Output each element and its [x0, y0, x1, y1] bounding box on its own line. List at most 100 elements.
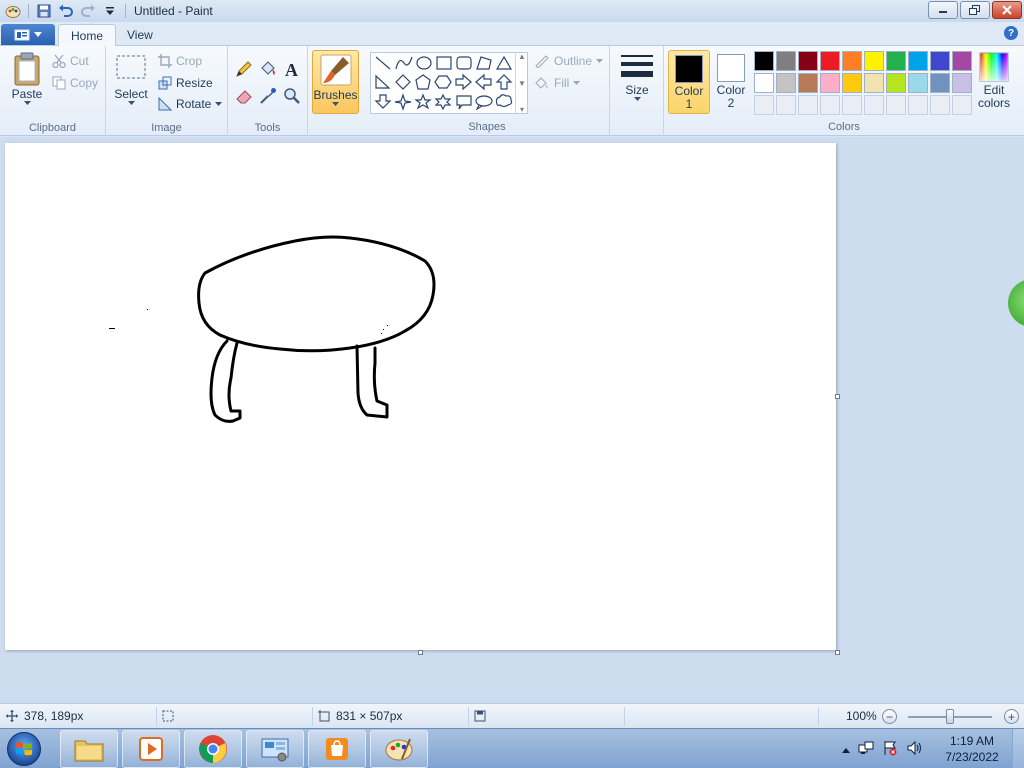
show-desktop-button[interactable]: [1012, 729, 1024, 768]
oval-shape-icon[interactable]: [416, 56, 432, 70]
size-button[interactable]: Size: [618, 52, 656, 102]
palette-swatch[interactable]: [842, 51, 862, 71]
curve-shape-icon[interactable]: [395, 56, 413, 70]
crop-button[interactable]: Crop: [158, 54, 202, 68]
network-icon[interactable]: [858, 740, 874, 759]
palette-swatch[interactable]: [776, 51, 796, 71]
palette-swatch[interactable]: [820, 51, 840, 71]
cloud-callout-shape-icon[interactable]: [495, 94, 513, 108]
resize-handle-bottom[interactable]: [418, 650, 423, 655]
six-point-star-shape-icon[interactable]: [434, 93, 452, 111]
taskbar-chrome[interactable]: [184, 730, 242, 768]
cut-button[interactable]: Cut: [52, 54, 89, 68]
palette-swatch[interactable]: [886, 95, 906, 115]
diamond-shape-icon[interactable]: [395, 74, 411, 90]
palette-swatch[interactable]: [820, 95, 840, 115]
edit-colors-button[interactable]: Edit colors: [974, 52, 1014, 110]
palette-swatch[interactable]: [908, 73, 928, 93]
rounded-callout-shape-icon[interactable]: [456, 95, 472, 110]
resize-handle-right[interactable]: [835, 394, 840, 399]
start-button[interactable]: [4, 730, 44, 768]
palette-swatch[interactable]: [798, 95, 818, 115]
zoom-slider-thumb[interactable]: [946, 709, 954, 724]
zoom-in-icon[interactable]: +: [1004, 709, 1019, 724]
zoom-out-icon[interactable]: −: [882, 709, 897, 724]
palette-swatch[interactable]: [754, 73, 774, 93]
oval-callout-shape-icon[interactable]: [475, 95, 493, 111]
select-button[interactable]: Select: [114, 54, 148, 106]
palette-swatch[interactable]: [864, 95, 884, 115]
brushes-button[interactable]: Brushes: [312, 50, 359, 114]
palette-swatch[interactable]: [930, 73, 950, 93]
action-center-icon[interactable]: [882, 740, 898, 759]
palette-swatch[interactable]: [842, 95, 862, 115]
scroll-up-icon[interactable]: ▲: [518, 52, 526, 61]
palette-swatch[interactable]: [930, 95, 950, 115]
paint-menu-button[interactable]: [1, 24, 55, 45]
taskbar-control-panel[interactable]: [246, 730, 304, 768]
palette-swatch[interactable]: [930, 51, 950, 71]
taskbar-store[interactable]: [308, 730, 366, 768]
palette-swatch[interactable]: [864, 51, 884, 71]
color-picker-icon[interactable]: [258, 86, 278, 106]
palette-swatch[interactable]: [776, 73, 796, 93]
right-triangle-shape-icon[interactable]: [375, 74, 391, 89]
left-arrow-shape-icon[interactable]: [475, 73, 492, 91]
right-arrow-shape-icon[interactable]: [455, 73, 472, 91]
palette-swatch[interactable]: [798, 51, 818, 71]
hexagon-shape-icon[interactable]: [434, 75, 452, 89]
palette-swatch[interactable]: [886, 73, 906, 93]
palette-swatch[interactable]: [952, 73, 972, 93]
triangle-shape-icon[interactable]: [495, 55, 513, 70]
rotate-button[interactable]: Rotate: [158, 97, 223, 111]
five-point-star-shape-icon[interactable]: [414, 93, 432, 110]
resize-handle-corner[interactable]: [835, 650, 840, 655]
gallery-expand-icon[interactable]: ▾: [520, 105, 524, 114]
restore-button[interactable]: [960, 1, 990, 19]
magnifier-icon[interactable]: [282, 86, 302, 106]
palette-swatch[interactable]: [754, 51, 774, 71]
palette-swatch[interactable]: [798, 73, 818, 93]
volume-icon[interactable]: [906, 740, 922, 759]
eraser-icon[interactable]: [234, 86, 254, 106]
polygon-shape-icon[interactable]: [476, 56, 492, 70]
line-shape-icon[interactable]: [375, 56, 391, 70]
up-arrow-shape-icon[interactable]: [495, 74, 513, 90]
four-point-star-shape-icon[interactable]: [394, 93, 412, 111]
color2-button[interactable]: Color 2: [710, 50, 752, 114]
text-icon[interactable]: A: [282, 59, 302, 79]
taskbar-media-player[interactable]: [122, 730, 180, 768]
palette-swatch[interactable]: [820, 73, 840, 93]
fill-icon[interactable]: [258, 59, 278, 79]
system-clock[interactable]: 1:19 AM 7/23/2022: [936, 733, 1008, 765]
redo-icon[interactable]: [79, 2, 97, 20]
outline-button[interactable]: Outline: [534, 54, 604, 68]
scroll-down-icon[interactable]: ▼: [518, 79, 526, 88]
palette-swatch[interactable]: [908, 51, 928, 71]
pentagon-shape-icon[interactable]: [415, 74, 431, 90]
palette-swatch[interactable]: [754, 95, 774, 115]
rectangle-shape-icon[interactable]: [436, 56, 452, 70]
drawing-canvas[interactable]: [5, 143, 836, 650]
customize-qat-icon[interactable]: [101, 2, 119, 20]
tab-home[interactable]: Home: [58, 24, 117, 47]
color1-button[interactable]: Color 1: [668, 50, 710, 114]
tab-view[interactable]: View: [115, 24, 165, 47]
tray-expand-icon[interactable]: [842, 742, 850, 756]
floating-green-button[interactable]: [1008, 279, 1024, 327]
paint-app-icon[interactable]: [4, 2, 22, 20]
undo-icon[interactable]: [57, 2, 75, 20]
help-icon[interactable]: ?: [1004, 26, 1018, 40]
palette-swatch[interactable]: [776, 95, 796, 115]
palette-swatch[interactable]: [886, 51, 906, 71]
palette-swatch[interactable]: [842, 73, 862, 93]
taskbar-paint[interactable]: [370, 730, 428, 768]
palette-swatch[interactable]: [864, 73, 884, 93]
paste-button[interactable]: Paste: [8, 52, 46, 106]
fill-button[interactable]: Fill: [534, 76, 581, 90]
palette-swatch[interactable]: [952, 95, 972, 115]
save-icon[interactable]: [35, 2, 53, 20]
taskbar-file-explorer[interactable]: [60, 730, 118, 768]
rounded-rectangle-shape-icon[interactable]: [456, 56, 472, 70]
shapes-scrollbar[interactable]: ▲ ▼ ▾: [515, 52, 528, 114]
